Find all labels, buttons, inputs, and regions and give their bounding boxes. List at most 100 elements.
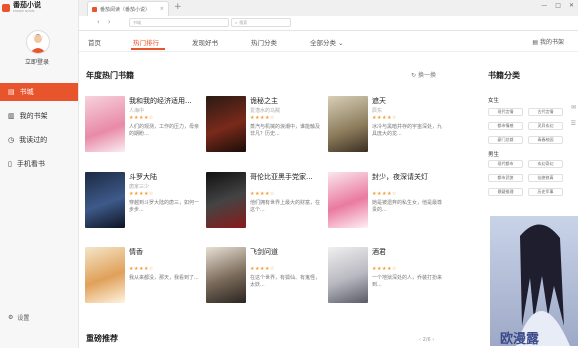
- book-card[interactable]: 哥伦比亚黑手党家... ★★★★☆ 他们拥有世界上最大的财富，在这个...: [206, 172, 321, 230]
- category-button[interactable]: 悬疑推理: [488, 188, 523, 196]
- new-tab-button[interactable]: +: [174, 2, 182, 12]
- logo-text: 番茄小说: [13, 1, 41, 9]
- message-icon[interactable]: ✉: [571, 104, 576, 111]
- promo-banner[interactable]: 欧漫露: [490, 216, 578, 346]
- book-title[interactable]: 封少，夜深请关灯: [372, 172, 428, 182]
- book-cover[interactable]: [206, 96, 246, 152]
- minimize-button[interactable]: —: [541, 2, 547, 9]
- book-title[interactable]: 斗罗大陆: [129, 172, 157, 182]
- settings-label: 设置: [17, 315, 30, 322]
- tab-discover[interactable]: 发现好书: [192, 37, 218, 47]
- book-card[interactable]: 遮天 辰东 ★★★★☆ 冰冷与黑暗并存的宇宙深处，九具庞大的龙...: [328, 96, 443, 154]
- category-button[interactable]: 现代言情: [488, 108, 523, 116]
- book-description: 一个地狱深处的人，乔装打扮来到...: [372, 275, 443, 288]
- book-cover[interactable]: [328, 96, 368, 152]
- next-icon[interactable]: ›: [431, 337, 434, 343]
- book-rating: ★★★★☆: [250, 266, 275, 272]
- book-cover[interactable]: [206, 247, 246, 303]
- book-title[interactable]: 遮天: [372, 96, 386, 106]
- book-description: 我从来都没，那天，我看到了...: [129, 275, 199, 281]
- book-cover[interactable]: [85, 247, 125, 303]
- book-card[interactable]: 斗罗大陆 唐家三少 ★★★★☆ 穿越到斗罗大陆的唐三，如何一步步...: [85, 172, 200, 230]
- book-title[interactable]: 酒君: [372, 247, 386, 257]
- book-cover[interactable]: [85, 172, 125, 228]
- book-description: 穿越到斗罗大陆的唐三，如何一步步...: [129, 200, 200, 213]
- sidebar-item-label: 书城: [19, 88, 34, 96]
- book-cover[interactable]: [328, 247, 368, 303]
- tab-hot-categories[interactable]: 热门分类: [251, 37, 277, 47]
- book-author: 辰东: [372, 108, 383, 114]
- book-rating: ★★★★☆: [129, 266, 154, 272]
- section-title-recommended: 重磅推荐: [86, 334, 118, 343]
- category-button[interactable]: 都市情感: [488, 122, 523, 130]
- tab-close-icon[interactable]: ×: [160, 6, 164, 12]
- back-icon[interactable]: ‹: [97, 18, 100, 26]
- avatar[interactable]: [26, 30, 50, 54]
- browser-tab[interactable]: 番茄阅读（番茄小说） ×: [87, 1, 169, 16]
- category-button[interactable]: 灵异玄幻: [528, 122, 563, 130]
- tab-all-categories[interactable]: 全部分类 ⌄: [310, 37, 344, 47]
- app-logo: 番茄小说 FANQIE NOVEL: [2, 2, 41, 13]
- sidebar-item-bookstore[interactable]: ▤ 书城: [0, 83, 78, 101]
- category-button[interactable]: 现代都市: [488, 160, 523, 168]
- book-title[interactable]: 哥伦比亚黑手党家...: [250, 172, 313, 182]
- sidebar-item-label: 手机看书: [16, 160, 45, 168]
- sidebar-item-mobile[interactable]: ▯ 手机看书: [0, 155, 78, 173]
- category-button[interactable]: 青春校园: [528, 136, 563, 144]
- section-title: 年度热门书籍: [86, 71, 134, 80]
- book-author: 唐家三少: [129, 184, 150, 190]
- category-button[interactable]: 仙侠修真: [528, 174, 563, 182]
- book-rating: ★★★★☆: [372, 266, 397, 272]
- book-rating: ★★★★☆: [129, 191, 154, 197]
- pager-text: 2/6: [422, 337, 431, 343]
- shelf-icon: ▥: [8, 112, 15, 120]
- male-group-label: 男生: [488, 152, 500, 158]
- category-button[interactable]: 都市武侠: [488, 174, 523, 182]
- book-cover[interactable]: [328, 172, 368, 228]
- book-title[interactable]: 情香: [129, 247, 143, 257]
- book-description: 他们拥有世界上最大的财富，在这个...: [250, 200, 321, 213]
- book-card[interactable]: 情香 ★★★★☆ 我从来都没，那天，我看到了...: [85, 247, 200, 305]
- book-description: 冰冷与黑暗并存的宇宙深处，九具庞大的龙...: [372, 124, 443, 137]
- book-description: 在这个世界，有狐仙、有鬼怪，太妖...: [250, 275, 321, 288]
- refresh-button[interactable]: ↻ 换一换: [411, 70, 436, 79]
- search-icon: ⌕: [235, 20, 238, 25]
- category-button[interactable]: 豪门总裁: [488, 136, 523, 144]
- category-button[interactable]: 古代言情: [528, 108, 563, 116]
- sidebar-item-label: 我读过的: [19, 136, 48, 144]
- shelf-label: 我的书架: [539, 39, 564, 46]
- book-title[interactable]: 飞剑问道: [250, 247, 278, 257]
- pager[interactable]: ‹ 2/6 ›: [419, 337, 434, 343]
- search-input[interactable]: ⌕ 搜索: [231, 18, 291, 27]
- tab-title: 番茄阅读（番茄小说）: [100, 6, 151, 13]
- category-button[interactable]: 玄幻奇幻: [528, 160, 563, 168]
- maximize-button[interactable]: □: [555, 2, 561, 9]
- url-field[interactable]: 书城: [129, 18, 229, 27]
- my-shelf-link[interactable]: ▤ 我的书架: [532, 37, 564, 46]
- sidebar-item-shelf[interactable]: ▥ 我的书架: [0, 107, 78, 125]
- close-button[interactable]: ✕: [569, 2, 574, 9]
- main-content: 年度热门书籍 ↻ 换一换 我和我的经济适用... 人海中 ★★★★☆ 人们的观测…: [79, 52, 489, 348]
- tab-home[interactable]: 首页: [88, 37, 101, 47]
- female-group-label: 女生: [488, 98, 500, 104]
- book-card[interactable]: 飞剑问道 ★★★★☆ 在这个世界，有狐仙、有鬼怪，太妖...: [206, 247, 321, 305]
- url-text: 书城: [133, 19, 141, 25]
- tab-hot-ranking[interactable]: 热门排行: [133, 37, 159, 47]
- book-cover[interactable]: [85, 96, 125, 152]
- settings-button[interactable]: ⚙ 设置: [8, 313, 29, 322]
- book-card[interactable]: 诡秘之主 爱潜水的乌贼 ★★★★☆ 蒸汽与机械的浪潮中，谁能触及非凡？历史...: [206, 96, 321, 154]
- book-rating: ★★★★☆: [372, 191, 397, 197]
- book-cover[interactable]: [206, 172, 246, 228]
- book-card[interactable]: 酒君 ★★★★☆ 一个地狱深处的人，乔装打扮来到...: [328, 247, 443, 305]
- login-link[interactable]: 立即登录: [20, 57, 54, 66]
- forward-icon[interactable]: ›: [108, 18, 111, 26]
- sidebar-item-history[interactable]: ◷ 我读过的: [0, 131, 78, 149]
- category-button[interactable]: 历史军事: [528, 188, 563, 196]
- book-title[interactable]: 我和我的经济适用...: [129, 96, 192, 106]
- book-title[interactable]: 诡秘之主: [250, 96, 278, 106]
- book-card[interactable]: 我和我的经济适用... 人海中 ★★★★☆ 人们的观测，工作的压力，母亲的期盼.…: [85, 96, 200, 154]
- list-icon[interactable]: ☰: [571, 120, 576, 127]
- book-card[interactable]: 封少，夜深请关灯 ★★★★☆ 她是被遗弃的私生女，他是最尊贵的...: [328, 172, 443, 230]
- category-menu: 首页 热门排行 发现好书 热门分类 全部分类 ⌄ ▤ 我的书架: [79, 31, 578, 52]
- book-rating: ★★★★☆: [129, 115, 154, 121]
